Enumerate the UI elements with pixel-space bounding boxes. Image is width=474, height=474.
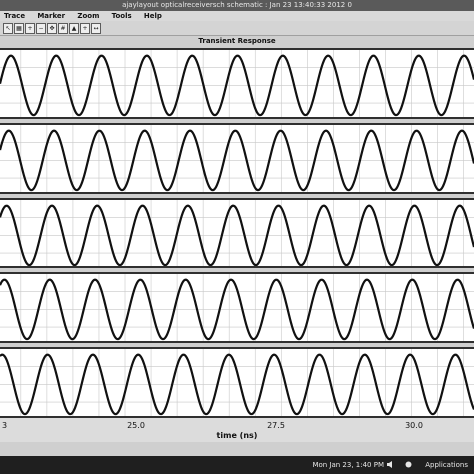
window-title-bar: ajaylayout opticalreceiversch schematic … bbox=[0, 0, 474, 11]
crosshair-icon[interactable]: + bbox=[80, 23, 90, 34]
menu-trace[interactable]: Trace bbox=[4, 11, 25, 21]
waveform-panel[interactable] bbox=[0, 48, 474, 119]
applications-icon[interactable] bbox=[405, 461, 412, 468]
menu-zoom[interactable]: Zoom bbox=[77, 11, 99, 21]
x-tick-label-25: 25.0 bbox=[127, 421, 145, 430]
marker-icon[interactable]: ▲ bbox=[69, 23, 79, 34]
pan-icon[interactable]: ✥ bbox=[47, 23, 57, 34]
menu-tools[interactable]: Tools bbox=[112, 11, 132, 21]
arrow-icon[interactable]: ↔ bbox=[91, 23, 101, 34]
waveform-panel[interactable] bbox=[0, 347, 474, 418]
menu-bar: Trace Marker Zoom Tools Help bbox=[0, 11, 474, 21]
plot-title: Transient Response bbox=[198, 37, 276, 45]
waveform-panel[interactable] bbox=[0, 272, 474, 344]
clock[interactable]: Mon Jan 23, 1:40 PM bbox=[312, 456, 384, 474]
waveform-plot bbox=[0, 349, 474, 416]
x-tick-label-30: 30.0 bbox=[405, 421, 423, 430]
waveform-plot bbox=[0, 199, 474, 267]
x-axis: 3 25.0 27.5 30.0 time (ns) bbox=[0, 418, 474, 442]
grid-icon[interactable]: # bbox=[58, 23, 68, 34]
menu-marker[interactable]: Marker bbox=[37, 11, 65, 21]
zoom-out-icon[interactable]: − bbox=[36, 23, 46, 34]
waveform-plot bbox=[0, 50, 474, 117]
x-axis-label: time (ns) bbox=[216, 431, 258, 440]
window-title: ajaylayout opticalreceiversch schematic … bbox=[122, 1, 352, 9]
waveform-panels bbox=[0, 48, 474, 418]
waveform-panel[interactable] bbox=[0, 122, 474, 194]
waveform-plot bbox=[0, 124, 474, 192]
zoom-in-icon[interactable]: + bbox=[25, 23, 35, 34]
system-panel: Mon Jan 23, 1:40 PM Applications bbox=[0, 456, 474, 474]
toolbar: ↖ ▦ + − ✥ # ▲ + ↔ bbox=[0, 21, 474, 36]
applications-menu[interactable]: Applications bbox=[425, 456, 468, 474]
x-tick-label-27-5: 27.5 bbox=[267, 421, 285, 430]
waveform-plot bbox=[0, 274, 474, 342]
x-tick-label-edge: 3 bbox=[2, 421, 8, 430]
volume-icon[interactable] bbox=[387, 461, 394, 468]
zoom-fit-icon[interactable]: ▦ bbox=[14, 23, 24, 34]
menu-help[interactable]: Help bbox=[144, 11, 162, 21]
waveform-panel[interactable] bbox=[0, 197, 474, 269]
cursor-icon[interactable]: ↖ bbox=[3, 23, 13, 34]
